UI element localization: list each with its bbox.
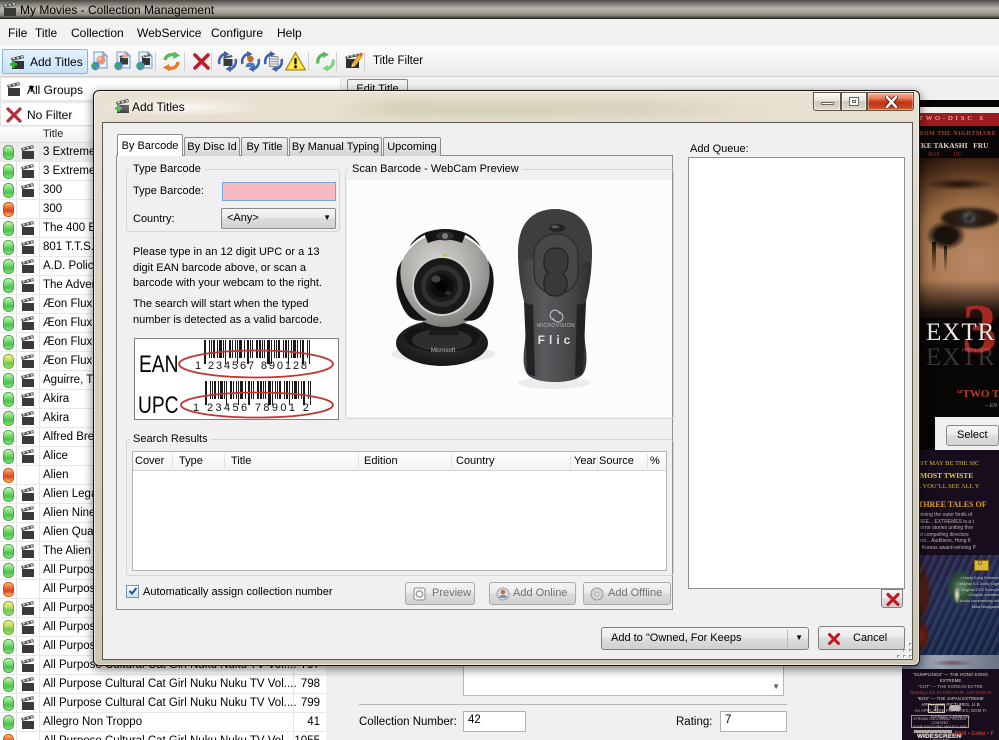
svg-text:MICROVISION: MICROVISION	[537, 323, 575, 329]
svg-text:Flic: Flic	[538, 333, 575, 347]
svg-text:1 23456 78901 2: 1 23456 78901 2	[193, 402, 309, 414]
svg-text:Microsoft: Microsoft	[431, 348, 456, 354]
svg-text:1 234567 890128: 1 234567 890128	[195, 360, 307, 372]
